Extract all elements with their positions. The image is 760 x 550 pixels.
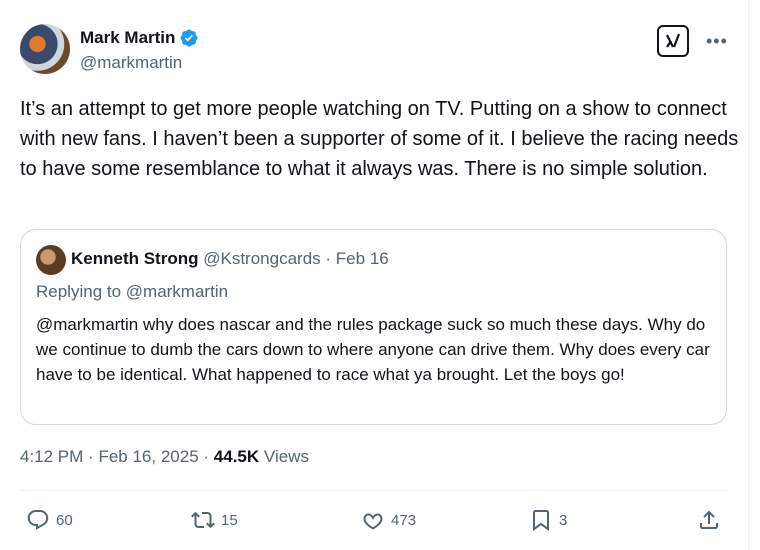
quoted-tweet[interactable]: Kenneth Strong @Kstrongcards · Feb 16 Re… [20,229,727,425]
share-button[interactable] [697,508,721,532]
quote-author-avatar[interactable] [36,245,66,275]
bookmark-button[interactable]: 3 [529,508,567,532]
views-label: Views [263,447,309,466]
reply-icon [27,510,49,530]
tweet-time[interactable]: 4:12 PM [20,447,83,466]
views-count: 44.5K [213,447,260,466]
quote-display-name[interactable]: Kenneth Strong [71,249,199,268]
bookmark-count: 3 [559,511,568,529]
more-icon[interactable]: ••• [706,31,728,52]
meta-separator: · [203,447,210,466]
bookmark-icon [533,510,549,531]
author-display-name[interactable]: Mark Martin [80,28,175,48]
grok-icon [666,33,681,48]
quote-separator: · [325,249,332,268]
quote-date[interactable]: Feb 16 [336,249,389,268]
author-avatar[interactable] [20,24,70,74]
tweet-card: Mark Martin @markmartin ••• It’s an atte… [0,0,749,550]
quote-replying-to: Replying to @markmartin [36,282,229,301]
like-button[interactable]: 473 [361,508,416,532]
grok-button[interactable] [657,25,689,57]
divider [20,490,728,491]
share-icon [700,510,718,529]
repost-button[interactable]: 15 [191,508,238,532]
heart-icon [363,513,383,530]
verified-badge-icon[interactable] [179,28,199,48]
quote-header: Kenneth Strong @Kstrongcards · Feb 16 [71,249,389,269]
tweet-date[interactable]: Feb 16, 2025 [98,447,198,466]
reply-count: 60 [56,511,73,529]
repost-icon [191,511,215,529]
like-count: 473 [391,511,417,529]
author-handle[interactable]: @markmartin [80,53,182,73]
reply-button[interactable]: 60 [26,508,73,532]
quote-text: @markmartin why does nascar and the rule… [36,315,710,384]
repost-count: 15 [221,511,238,529]
author-name-row: Mark Martin [80,28,199,48]
tweet-text: It’s an attempt to get more people watch… [20,98,739,180]
tweet-meta: 4:12 PM · Feb 16, 2025 · 44.5K Views [20,447,309,467]
meta-separator: · [88,447,94,466]
quote-handle[interactable]: @Kstrongcards [203,249,320,268]
